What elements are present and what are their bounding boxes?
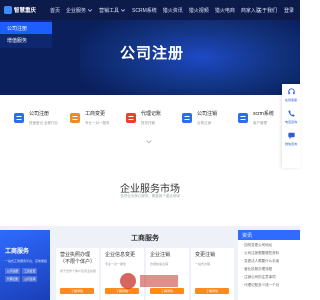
tag-bookkeeping[interactable]: 代理记账 <box>5 276 21 282</box>
market-title: 企业服务市场 <box>120 184 180 195</box>
headset-icon <box>287 88 295 95</box>
learn-more-button[interactable]: 了解详情 <box>195 288 229 294</box>
floating-contact-bar: 在线客服 电话咨询 微信咨询 <box>282 84 300 168</box>
chevron-down-icon <box>87 9 93 12</box>
service-desc: 财务托管 <box>141 121 155 125</box>
news-item[interactable]: · 代理记账多少钱一个月 <box>238 280 300 288</box>
news-panel-header: 资讯 <box>238 230 300 240</box>
service-list: 公司注册快速登记 全程代办 工商变更专业一对一服务 代理记账财务托管 公司注销合规注销… <box>0 102 282 147</box>
service-item[interactable]: 公司注销 合规注销 <box>180 108 230 140</box>
service-title: scrm系统 <box>253 111 274 117</box>
dropdown-item-company-registration[interactable]: 公司注册 <box>0 22 52 34</box>
dropdown-item-value-added[interactable]: 增值服务 <box>0 34 52 46</box>
main-nav: 首页 企业服务 营销工具 SCRM系统 猎火资讯 猎火视频 猎火电商 商家入驻 <box>50 0 267 20</box>
business-section-title: 工商服务 <box>131 235 159 242</box>
tag-business-change[interactable]: 工商变更 <box>22 268 38 274</box>
service-desc: 客户管理 <box>253 121 267 125</box>
service-card-desc: 一站式办理 <box>195 262 211 266</box>
service-text: 公司注册快速登记 全程代办 <box>29 110 58 140</box>
login-link[interactable]: 登录 <box>284 7 294 14</box>
service-desc: 合规注销 <box>197 121 211 125</box>
business-service-card[interactable]: 工商服务 一站式工商服务平台，高效便捷 公司注册 工商变更 代理记账 公司注销 <box>0 230 50 300</box>
service-card-title: 营业执照办理（不限个体户） <box>60 252 96 265</box>
news-panel: 资讯 · 如何变更公司地址 · 公司注册需要哪些资料 · 变更法人需要什么手续 · 营… <box>238 230 300 300</box>
chevron-down-icon[interactable] <box>145 138 153 146</box>
service-title: 代理记账 <box>141 111 162 117</box>
news-item[interactable]: · 营业执照办理流程 <box>238 264 300 272</box>
service-card-desc: 专业一对一服务 <box>105 262 127 266</box>
news-item[interactable]: · 注销公司的注意事项 <box>238 272 300 280</box>
nav-item[interactable]: 首页 <box>50 7 60 14</box>
learn-more-button[interactable]: 了解详情 <box>60 288 94 294</box>
nav-item[interactable]: 猎火视频 <box>189 7 209 14</box>
nav-item[interactable]: 营销工具 <box>99 7 126 14</box>
service-title: 公司注销 <box>197 111 218 117</box>
header-right-links: 关于我们 登录 <box>250 0 294 20</box>
service-item[interactable]: 公司注册快速登记 全程代办 <box>12 108 62 140</box>
news-item[interactable]: · 变更法人需要什么手续 <box>238 256 300 264</box>
service-card-desc: 合规快速注销 <box>150 262 169 266</box>
service-card-title: 变更注销 <box>195 252 216 258</box>
nav-item-label: 猎火资讯 <box>162 7 183 14</box>
news-item[interactable]: · 如何变更公司地址 <box>238 240 300 248</box>
about-link[interactable]: 关于我们 <box>257 7 277 14</box>
nav-item-label: 猎火视频 <box>188 7 209 14</box>
phone-consult-label: 电话咨询 <box>284 120 297 124</box>
nav-item-label: 首页 <box>50 7 61 14</box>
online-service-button[interactable]: 在线客服 <box>282 84 300 106</box>
service-title: 公司注册 <box>29 111 50 117</box>
business-service-card-title: 工商服务 <box>5 249 30 255</box>
logo-mark-icon <box>4 6 12 14</box>
online-service-label: 在线客服 <box>284 98 297 102</box>
service-text: 工商变更专业一对一服务 <box>85 110 110 140</box>
ledger-icon <box>126 113 136 123</box>
business-service-card-desc: 一站式工商服务平台，高效便捷 <box>5 259 48 263</box>
nav-item-label: 猎火电商 <box>214 7 235 14</box>
enterprise-services-dropdown: 公司注册 增值服务 <box>0 20 52 48</box>
news-item[interactable]: · 公司注册需要哪些资料 <box>238 248 300 256</box>
phone-icon <box>287 110 295 117</box>
wechat-consult-label: 微信咨询 <box>284 142 297 146</box>
service-desc: 快速登记 全程代办 <box>29 121 58 125</box>
top-navigation: 智慧重庆 首页 企业服务 营销工具 SCRM系统 猎火资讯 猎火视频 猎火电商 商家入驻 关于… <box>0 0 300 20</box>
chat-icon <box>287 132 295 140</box>
nav-item-label: SCRM系统 <box>132 7 157 14</box>
nav-item-label: 企业服务 <box>66 7 87 14</box>
service-card[interactable]: 变更注销一站式办理了解详情 <box>191 248 234 300</box>
service-item[interactable]: 工商变更专业一对一服务 <box>68 108 118 140</box>
hero-background-glow <box>80 20 300 95</box>
logo[interactable]: 智慧重庆 <box>4 5 42 15</box>
service-card-title: 企业信息变更 <box>105 252 136 258</box>
business-service-tags: 公司注册 工商变更 代理记账 公司注销 <box>5 268 47 284</box>
service-card[interactable]: 营业执照办理（不限个体户） 用于合作个体户及营业执照 了解详情 <box>56 248 99 300</box>
nav-item[interactable]: SCRM系统 <box>132 7 157 14</box>
service-item[interactable]: scrm系统 客户管理 <box>236 108 286 140</box>
hero-title: 公司注册 <box>120 45 185 62</box>
nav-item[interactable]: 企业服务 <box>66 7 93 14</box>
service-card-desc: 用于合作个体户及营业执照 <box>60 269 97 273</box>
logo-text: 智慧重庆 <box>14 8 37 14</box>
nav-item-label: 营销工具 <box>99 7 120 14</box>
news-list: · 如何变更公司地址 · 公司注册需要哪些资料 · 变更法人需要什么手续 · 营业执照… <box>238 240 300 288</box>
service-card-title: 企业注销 <box>150 252 171 258</box>
nav-item[interactable]: 猎火资讯 <box>163 7 183 14</box>
monitor-icon <box>238 113 248 123</box>
wechat-consult-button[interactable]: 微信咨询 <box>282 128 300 150</box>
phone-consult-button[interactable]: 电话咨询 <box>282 106 300 128</box>
service-title: 工商变更 <box>85 111 106 117</box>
tag-company-registration[interactable]: 公司注册 <box>5 268 21 274</box>
service-text: scrm系统 客户管理 <box>253 110 274 140</box>
chevron-down-icon <box>120 9 126 12</box>
nav-item[interactable]: 猎火电商 <box>215 7 235 14</box>
watermark-logo <box>120 273 178 289</box>
service-item[interactable]: 代理记账 财务托管 <box>124 108 174 140</box>
briefcase-icon <box>70 113 80 123</box>
service-desc: 专业一对一服务 <box>85 121 110 125</box>
tag-deregistration[interactable]: 公司注销 <box>22 276 38 282</box>
org-icon <box>182 113 192 123</box>
market-subtitle: 多项企业核心服务，覆盖各个重点领域 <box>120 194 180 198</box>
service-text: 代理记账 财务托管 <box>141 110 161 140</box>
service-text: 公司注销 合规注销 <box>197 110 217 140</box>
document-icon <box>14 113 24 123</box>
